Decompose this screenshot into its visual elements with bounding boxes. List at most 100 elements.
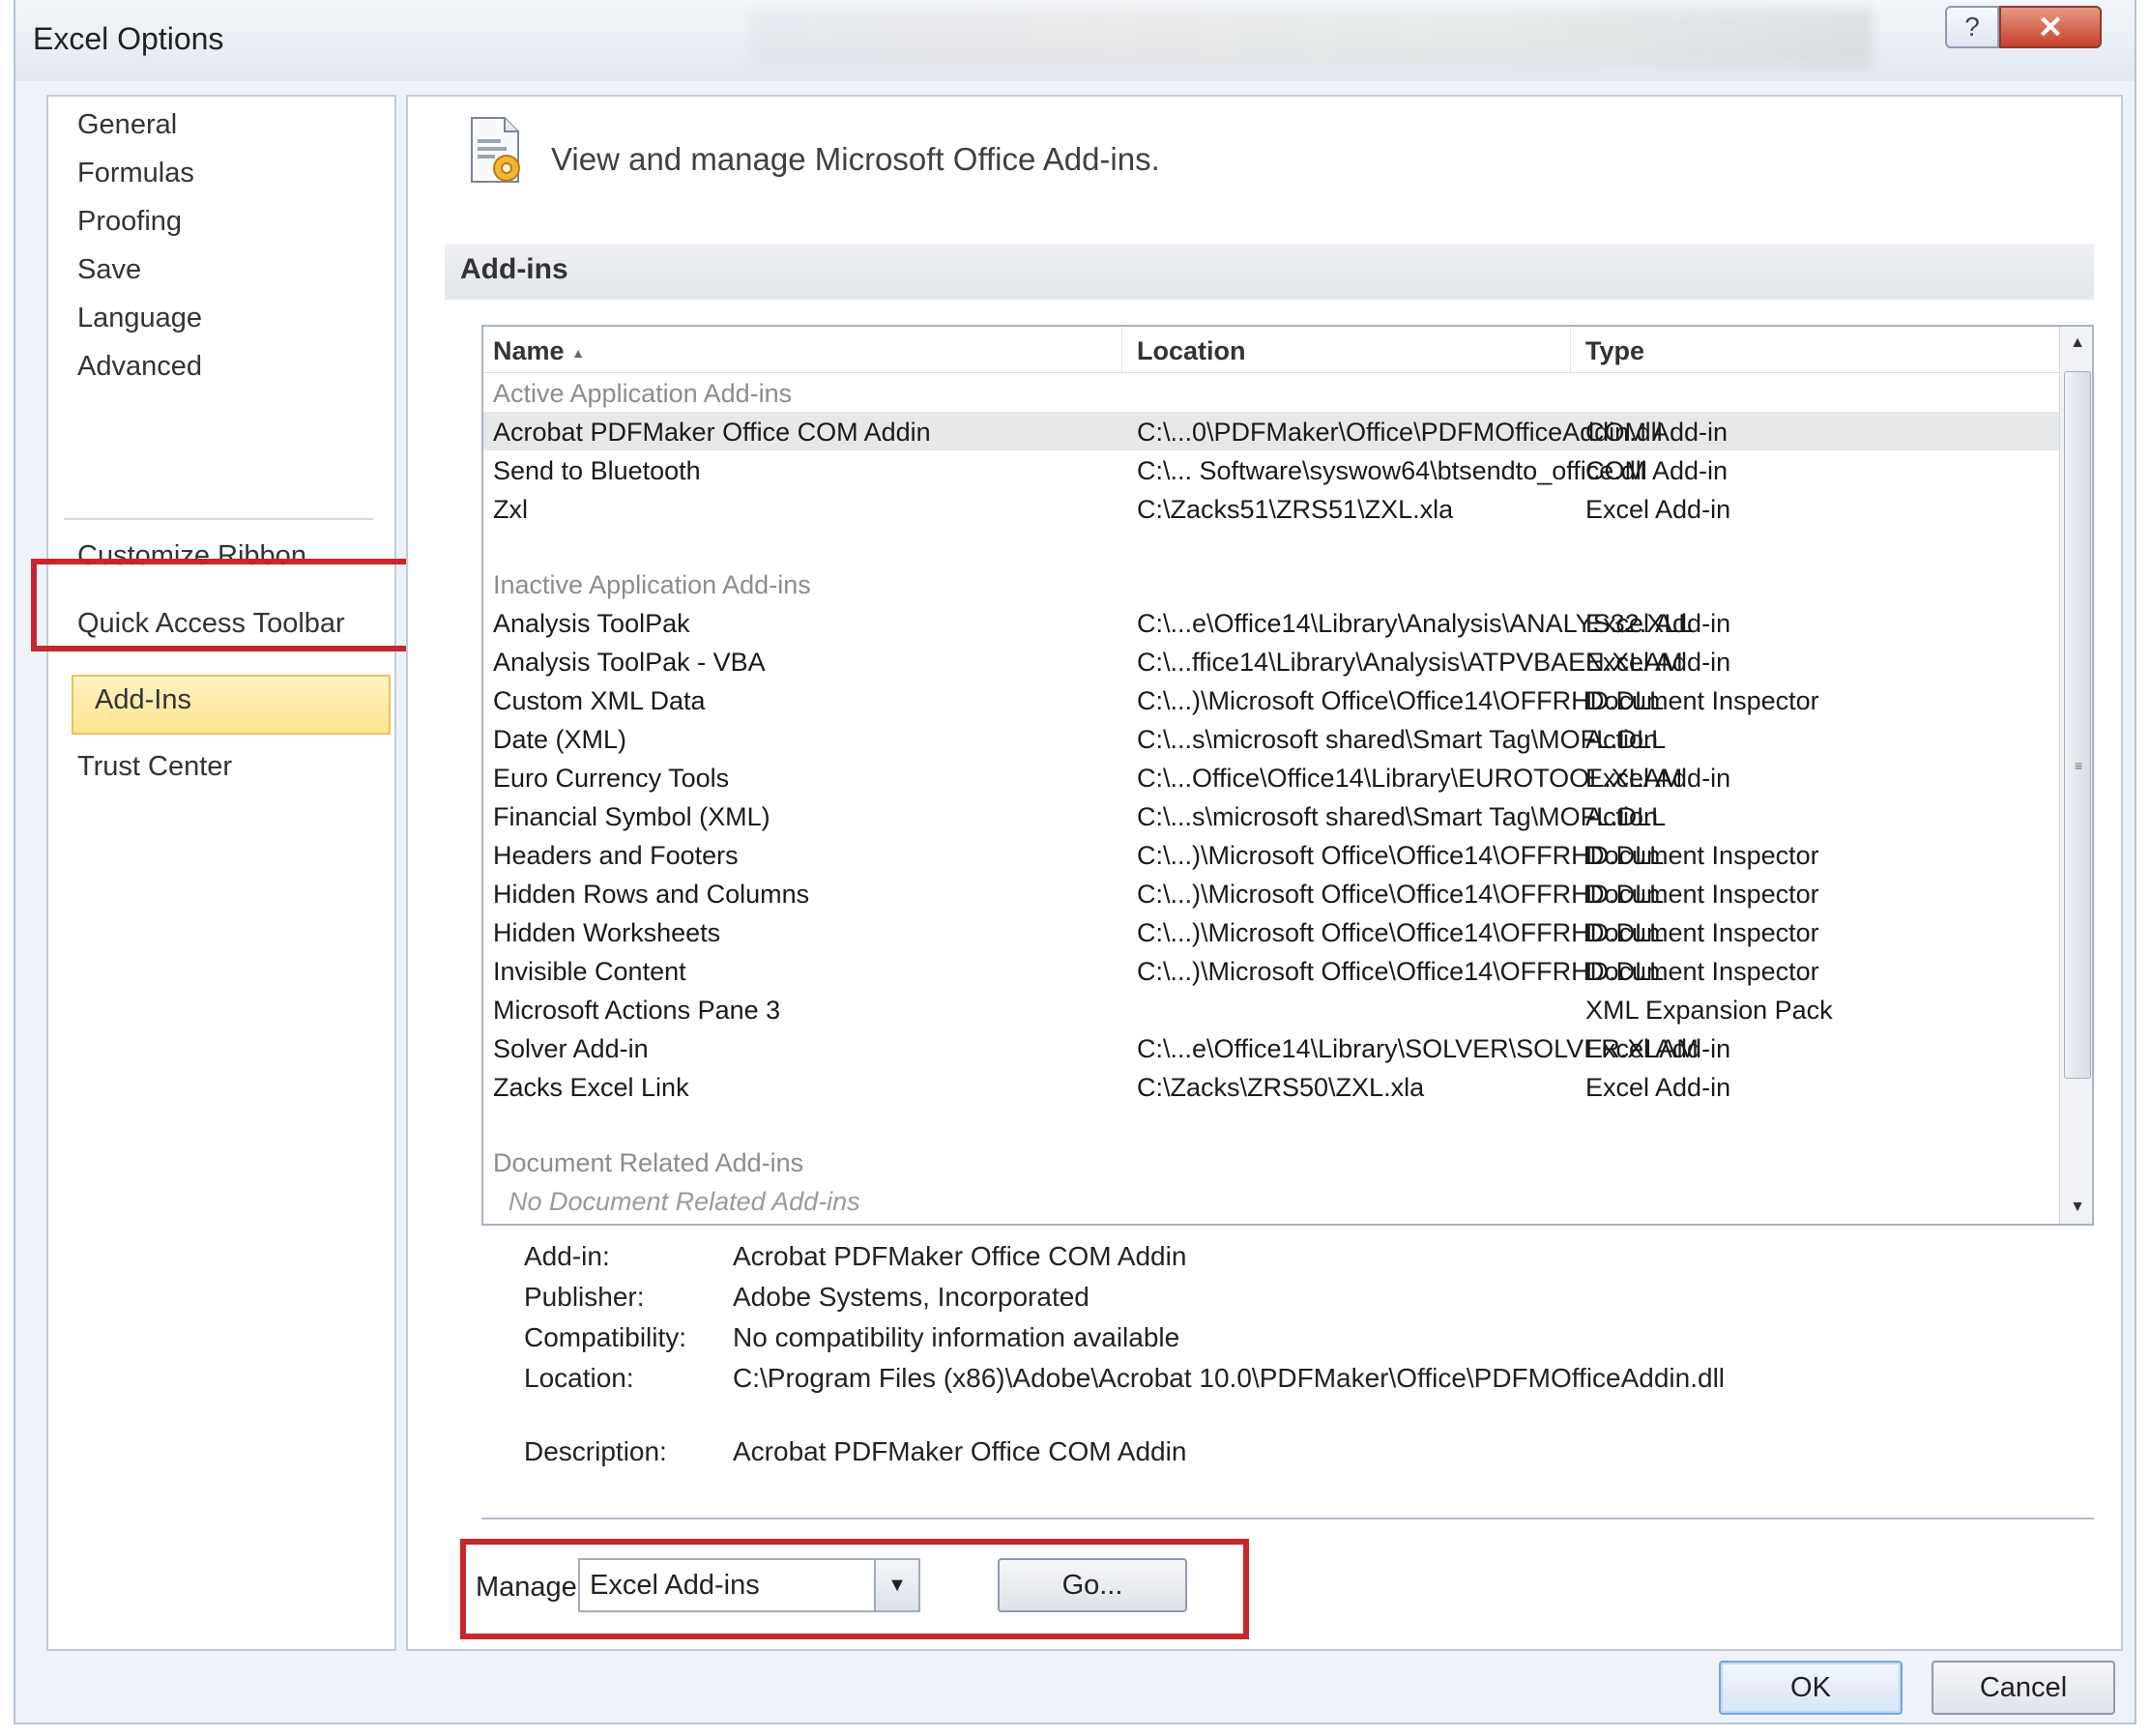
addin-type: Document Inspector (1585, 957, 1819, 986)
addin-type: Document Inspector (1585, 841, 1819, 870)
nav-item-save[interactable]: Save (77, 247, 141, 292)
group-title: Inactive Application Add-ins (493, 570, 811, 599)
table-row[interactable]: Acrobat PDFMaker Office COM Addin C:\...… (483, 412, 2059, 450)
table-row[interactable]: Invisible Content C:\...)\Microsoft Offi… (483, 951, 2059, 990)
nav-item-trust-center[interactable]: Trust Center (77, 744, 232, 789)
addin-name: Euro Currency Tools (493, 764, 730, 793)
list-rows: Active Application Add-ins Acrobat PDFMa… (483, 373, 2059, 1220)
nav-divider (64, 518, 373, 520)
table-row[interactable]: Zacks Excel Link C:\Zacks\ZRS50\ZXL.xla … (483, 1067, 2059, 1106)
nav-item-proofing[interactable]: Proofing (77, 199, 182, 244)
detail-label: Add-in: (524, 1241, 610, 1271)
excel-options-dialog: Excel Options ? ✕ General Formulas Proof… (14, 0, 2136, 1724)
group-title: Active Application Add-ins (493, 379, 793, 408)
addin-name: Solver Add-in (493, 1034, 649, 1063)
background-ribbon-blur (750, 8, 1872, 68)
add-ins-document-gear-icon (471, 117, 520, 183)
table-row[interactable]: Financial Symbol (XML) C:\...s\microsoft… (483, 796, 2059, 835)
table-row[interactable]: Headers and Footers C:\...)\Microsoft Of… (483, 835, 2059, 874)
nav-item-language[interactable]: Language (77, 296, 202, 340)
manage-dropdown[interactable]: Excel Add-ins ▼ (578, 1558, 920, 1612)
nav-item-add-ins-label: Add-Ins (95, 684, 191, 715)
addin-name: Date (XML) (493, 725, 627, 754)
addin-type: Excel Add-in (1585, 1034, 1731, 1063)
go-button[interactable]: Go... (998, 1558, 1187, 1612)
nav-item-formulas[interactable]: Formulas (77, 151, 194, 195)
group-title: Document Related Add-ins (493, 1148, 804, 1177)
sort-ascending-icon: ▲ (571, 344, 585, 361)
divider (481, 1518, 2094, 1519)
detail-value: Acrobat PDFMaker Office COM Addin (733, 1436, 1187, 1466)
table-row[interactable]: Zxl C:\Zacks51\ZRS51\ZXL.xla Excel Add-i… (483, 489, 2059, 528)
addin-name: Custom XML Data (493, 686, 706, 715)
column-divider[interactable] (1570, 327, 1571, 373)
cancel-button[interactable]: Cancel (1932, 1661, 2115, 1715)
detail-label: Location: (524, 1363, 634, 1393)
add-ins-list: Name ▲ Location Type Active Application … (481, 325, 2094, 1226)
table-row[interactable]: Analysis ToolPak C:\...e\Office14\Librar… (483, 603, 2059, 642)
grip-icon: ≡ (2075, 758, 2083, 773)
table-row[interactable]: Hidden Rows and Columns C:\...)\Microsof… (483, 874, 2059, 912)
column-header-type[interactable]: Type (1585, 336, 1644, 366)
column-divider[interactable] (1121, 327, 1122, 373)
table-row[interactable]: Date (XML) C:\...s\microsoft shared\Smar… (483, 719, 2059, 758)
add-ins-highlight-box (31, 559, 421, 651)
scroll-down-arrow-icon[interactable]: ▼ (2060, 1191, 2092, 1224)
column-name-label: Name (493, 336, 565, 365)
addin-name: Zacks Excel Link (493, 1073, 689, 1102)
addin-type: Excel Add-in (1585, 764, 1731, 793)
detail-label: Compatibility: (524, 1322, 687, 1352)
addin-type: Excel Add-in (1585, 495, 1731, 524)
nav-item-add-ins[interactable]: Add-Ins (72, 675, 391, 735)
table-row[interactable]: Hidden Worksheets C:\...)\Microsoft Offi… (483, 912, 2059, 951)
table-row[interactable]: Euro Currency Tools C:\...Office\Office1… (483, 758, 2059, 796)
addin-name: Zxl (493, 495, 528, 524)
detail-label: Description: (524, 1436, 667, 1466)
list-header: Name ▲ Location Type (483, 327, 2059, 373)
nav-item-general[interactable]: General (77, 102, 177, 147)
help-button[interactable]: ? (1945, 6, 1999, 48)
addin-name: Send to Bluetooth (493, 456, 701, 485)
ok-button[interactable]: OK (1719, 1661, 1903, 1715)
addin-name: Hidden Worksheets (493, 918, 721, 947)
table-row[interactable]: Microsoft Actions Pane 3 XML Expansion P… (483, 990, 2059, 1028)
panel-header-text: View and manage Microsoft Office Add-ins… (551, 141, 1160, 177)
add-ins-section-header: Add-ins (445, 244, 2094, 300)
group-header-document: Document Related Add-ins (483, 1143, 2059, 1181)
table-row[interactable]: Solver Add-in C:\...e\Office14\Library\S… (483, 1028, 2059, 1067)
addin-type: COM Add-in (1585, 456, 1729, 485)
chevron-down-icon[interactable]: ▼ (874, 1560, 918, 1610)
addin-name: Analysis ToolPak - VBA (493, 648, 766, 677)
empty-text: No Document Related Add-ins (508, 1187, 860, 1216)
addin-type: Excel Add-in (1585, 648, 1731, 677)
table-row[interactable]: Analysis ToolPak - VBA C:\...ffice14\Lib… (483, 642, 2059, 680)
addin-name: Hidden Rows and Columns (493, 880, 810, 909)
addin-name: Analysis ToolPak (493, 609, 690, 638)
title-bar: Excel Options ? ✕ (15, 0, 2135, 81)
options-navigation: General Formulas Proofing Save Language … (46, 95, 396, 1651)
scroll-up-arrow-icon[interactable]: ▲ (2060, 327, 2092, 360)
addin-name: Financial Symbol (XML) (493, 802, 770, 831)
addin-type: Document Inspector (1585, 918, 1819, 947)
addin-type: Document Inspector (1585, 686, 1819, 715)
table-row[interactable]: Custom XML Data C:\...)\Microsoft Office… (483, 680, 2059, 719)
addin-name: Microsoft Actions Pane 3 (493, 996, 781, 1025)
empty-group-message: No Document Related Add-ins (483, 1181, 2059, 1220)
group-header-active: Active Application Add-ins (483, 373, 2059, 412)
addin-type: Excel Add-in (1585, 609, 1731, 638)
scrollbar-thumb[interactable]: ≡ (2064, 371, 2091, 1079)
column-header-location[interactable]: Location (1137, 336, 1246, 366)
table-row[interactable]: Send to Bluetooth C:\... Software\syswow… (483, 450, 2059, 489)
manage-label: Manage: (476, 1572, 585, 1603)
nav-item-advanced[interactable]: Advanced (77, 344, 202, 389)
detail-value: Adobe Systems, Incorporated (733, 1282, 1090, 1312)
column-header-name[interactable]: Name ▲ (493, 336, 585, 366)
addin-type: Document Inspector (1585, 880, 1819, 909)
addin-type: Action (1585, 725, 1659, 754)
list-scrollbar[interactable]: ▲ ≡ ▼ (2059, 327, 2092, 1224)
detail-value: C:\Program Files (x86)\Adobe\Acrobat 10.… (733, 1363, 1726, 1393)
manage-dropdown-value: Excel Add-ins (590, 1570, 760, 1601)
close-button[interactable]: ✕ (1999, 6, 2102, 48)
